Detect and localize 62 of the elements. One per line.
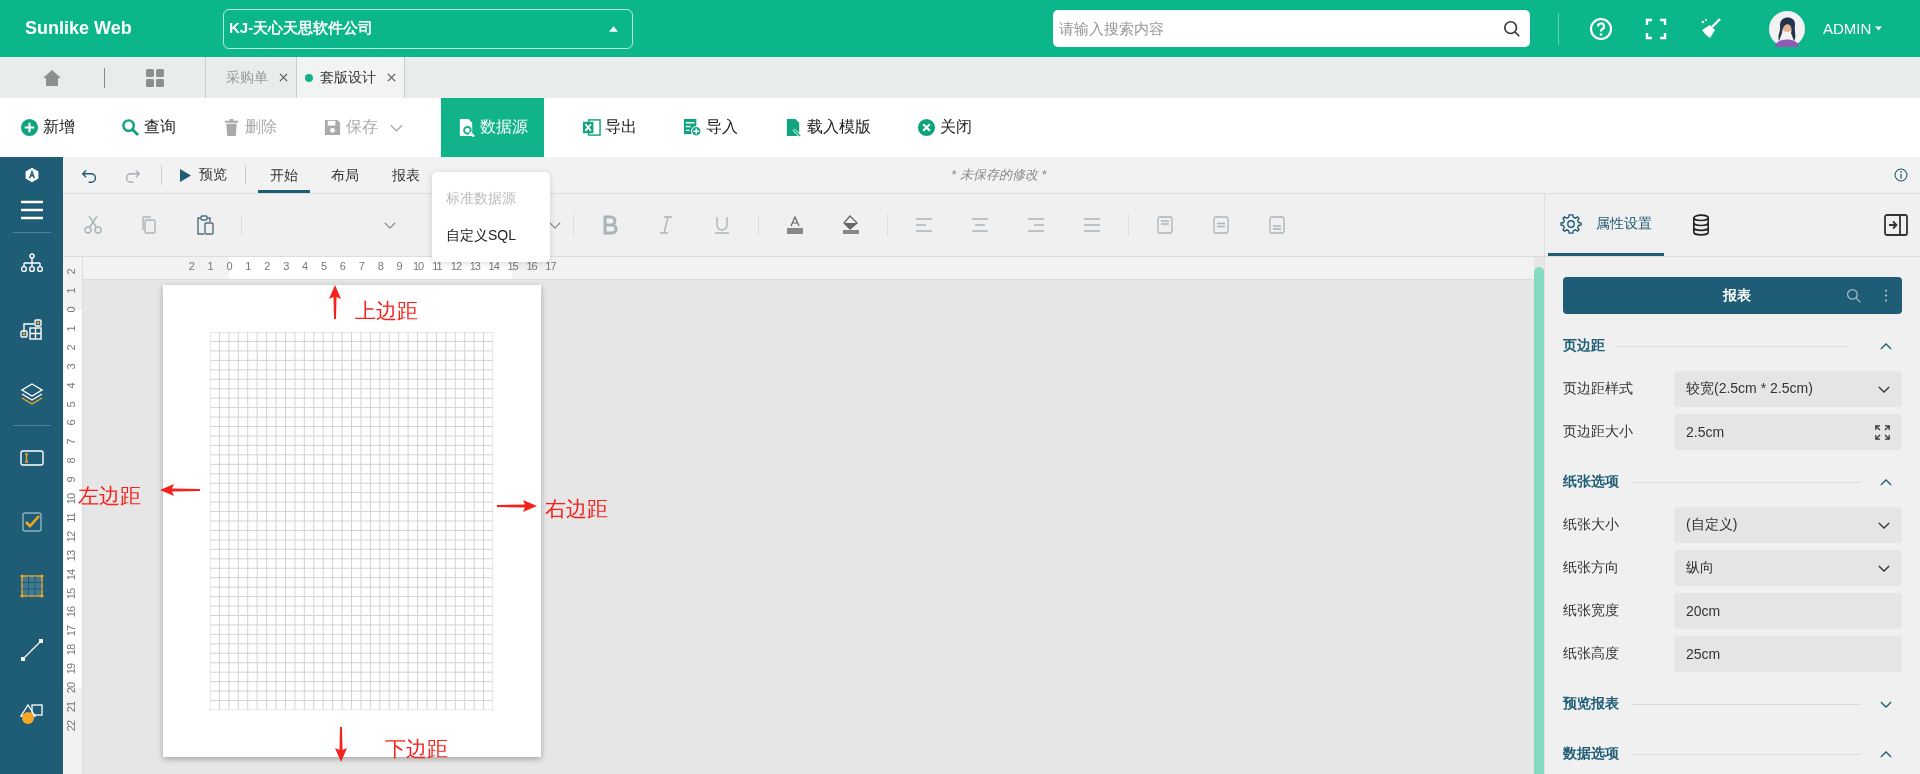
ruler-number: 14 <box>63 568 78 582</box>
ruler-number: 2 <box>63 344 78 353</box>
ruler-number: 17 <box>63 624 78 639</box>
ruler-number: 2 <box>263 260 271 272</box>
unsaved-status: * 未保存的修改 * <box>951 166 1047 184</box>
ruler-number: 0 <box>225 260 233 272</box>
ruler-number: 11 <box>63 512 78 525</box>
field-label: 纸张高度 <box>1563 645 1620 663</box>
ruler-number: 11 <box>431 260 442 272</box>
ruler-number: 4 <box>63 381 78 391</box>
ruler-number: 0 <box>63 305 78 315</box>
ruler-number: 21 <box>63 700 78 714</box>
ruler-number: 13 <box>469 260 480 272</box>
ruler-number: 5 <box>319 260 328 272</box>
field-label: 页边距样式 <box>1563 380 1634 398</box>
field-label: 页边距大小 <box>1563 423 1634 441</box>
ruler-number: 1 <box>206 260 214 272</box>
ruler-number: 2 <box>63 268 78 277</box>
field-label: 纸张方向 <box>1563 559 1620 577</box>
panel-title: 报表 <box>1723 286 1751 305</box>
margin-annotation: 下边距 <box>385 736 448 762</box>
ruler-number: 7 <box>63 438 78 447</box>
margin-annotation: 右边距 <box>545 496 608 522</box>
ruler-number: 1 <box>63 325 78 334</box>
section-title: 页边距 <box>1563 337 1605 355</box>
ruler-number: 4 <box>301 260 309 272</box>
ruler-number: 6 <box>338 260 347 272</box>
section-title: 数据选项 <box>1563 745 1619 763</box>
margin-annotation: 左边距 <box>78 483 141 509</box>
ruler-number: 12 <box>63 530 78 544</box>
section-title: 预览报表 <box>1563 695 1619 713</box>
ruler-number: 3 <box>282 260 290 272</box>
ruler-number: 10 <box>413 260 423 272</box>
ruler-number: 5 <box>63 400 78 410</box>
ruler-number: 7 <box>357 260 366 272</box>
ruler-number: 18 <box>63 643 78 658</box>
ruler-number: 16 <box>526 260 537 272</box>
ruler-number: 8 <box>376 260 385 272</box>
ruler-number: 15 <box>63 587 78 601</box>
ruler-number: 8 <box>63 457 78 466</box>
app-logo: Sunlike Web <box>25 18 133 39</box>
ruler-number: 1 <box>244 260 252 272</box>
ruler-number: 12 <box>450 260 461 272</box>
ruler-number: 13 <box>63 549 78 563</box>
ruler-number: 2 <box>187 260 196 272</box>
ruler-number: 22 <box>63 719 78 733</box>
ruler-number: 9 <box>63 476 78 485</box>
ruler-number: 10 <box>63 492 78 507</box>
ruler-number: 16 <box>63 605 78 620</box>
field-label: 纸张宽度 <box>1563 602 1620 620</box>
field-label: 纸张大小 <box>1563 516 1620 534</box>
ruler-number: 20 <box>63 681 78 696</box>
ruler-number: 15 <box>507 260 518 272</box>
ruler-number: 6 <box>63 419 78 428</box>
ruler-number: 9 <box>395 260 403 272</box>
ruler-number: 14 <box>488 260 499 272</box>
ruler-number: 17 <box>545 260 556 272</box>
ruler-number: 3 <box>63 362 78 372</box>
section-title: 纸张选项 <box>1563 473 1619 491</box>
ruler-number: 19 <box>63 662 78 677</box>
ruler-number: 1 <box>63 287 78 296</box>
margin-annotation: 上边距 <box>355 298 418 324</box>
